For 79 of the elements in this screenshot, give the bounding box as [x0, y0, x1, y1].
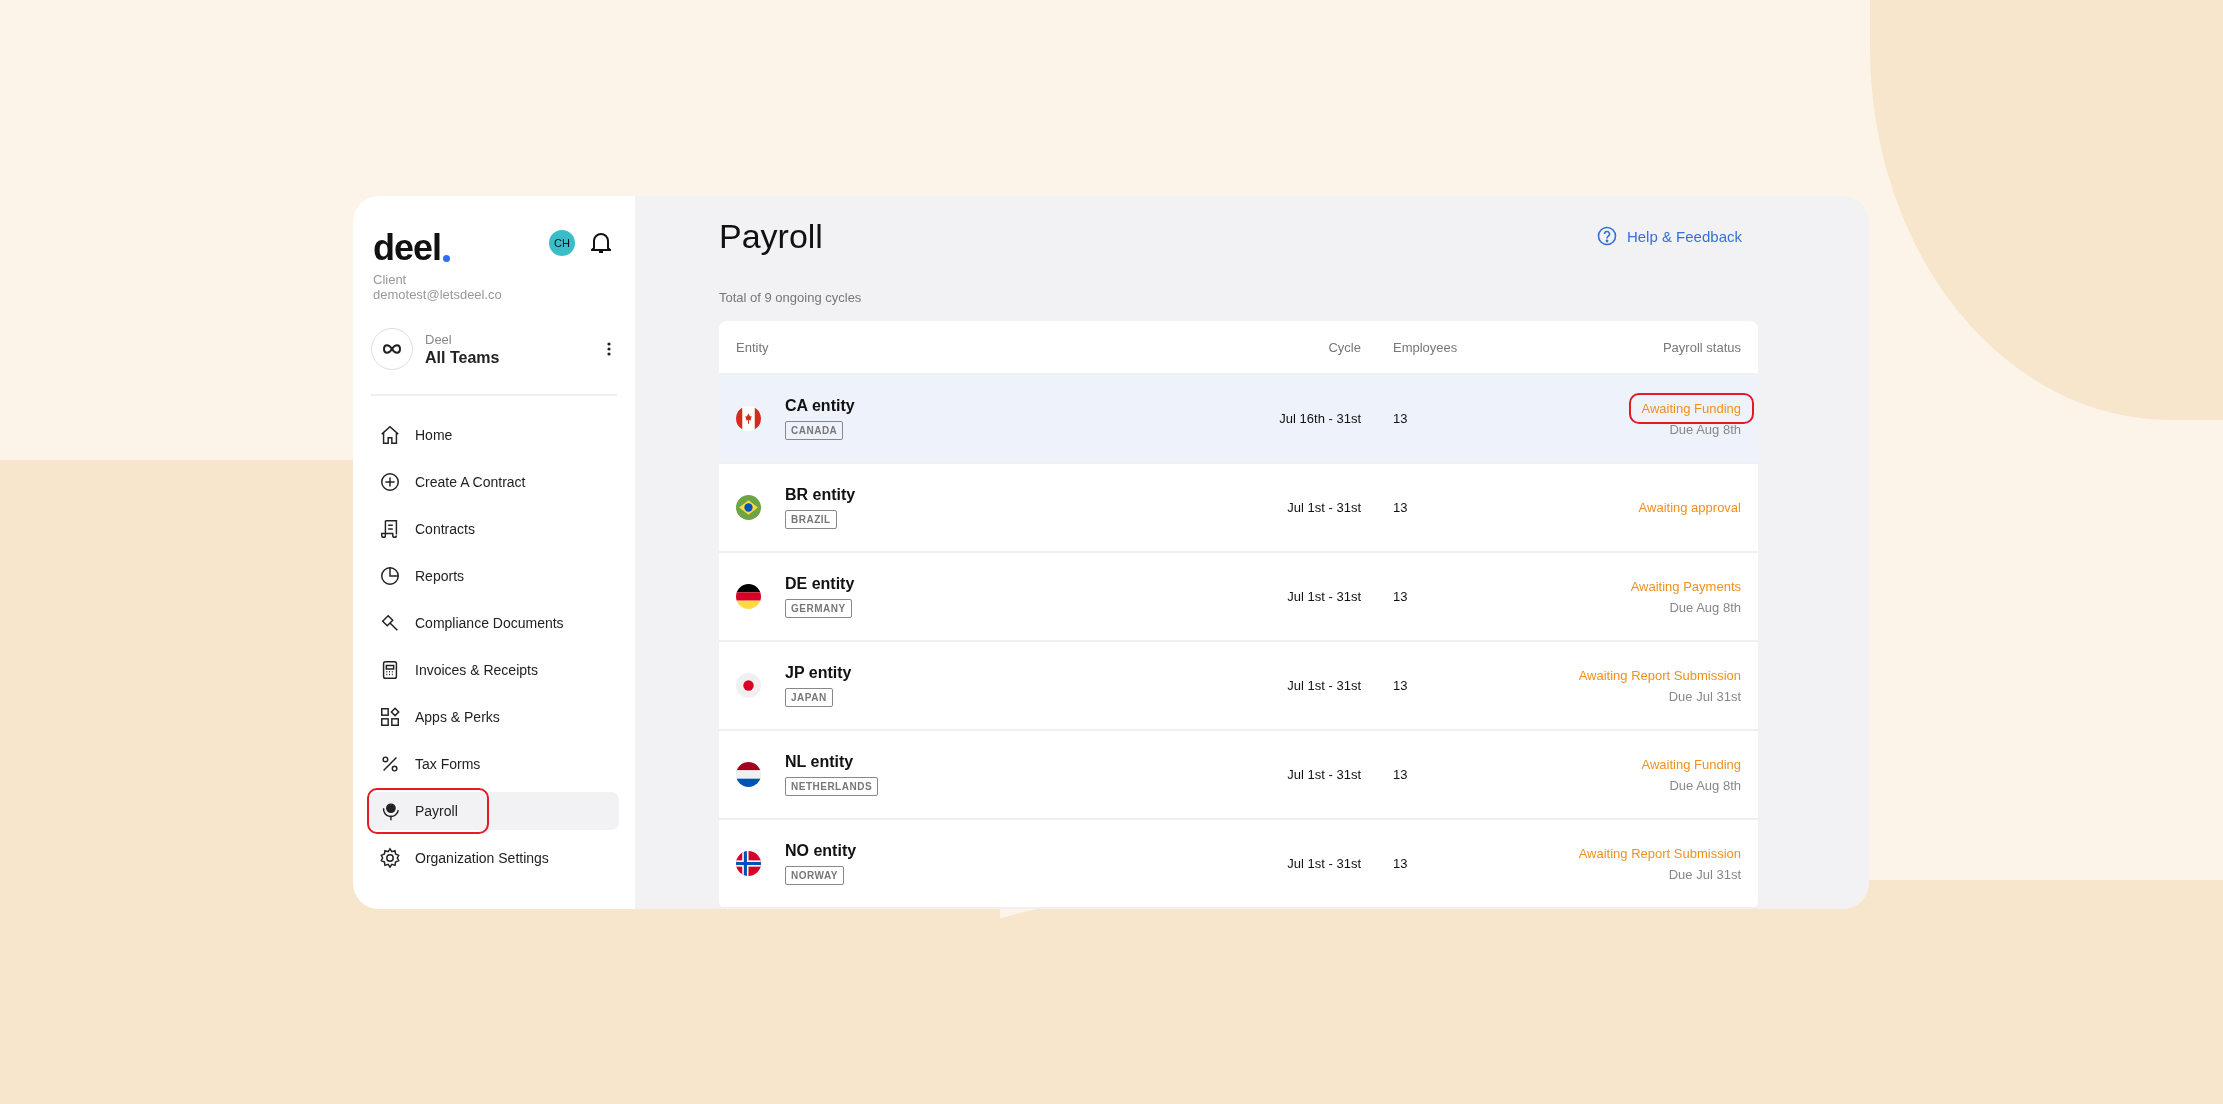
due-date: Due Jul 31st [1668, 866, 1741, 882]
nav-item[interactable]: Create A Contract [369, 463, 619, 501]
cycles-summary: Total of 9 ongoing cycles [719, 290, 863, 305]
country-tag: BRAZIL [785, 510, 837, 529]
table-row[interactable]: NO entity NORWAY Jul 1st - 31st 13 Awaiting Report Submission Due Jul 31st [719, 820, 1758, 909]
payroll-status: Awaiting Funding [1641, 756, 1741, 772]
entity-name: BR entity [785, 486, 856, 504]
payroll-status: Awaiting Funding [1641, 400, 1741, 416]
country-tag: JAPAN [785, 688, 833, 707]
help-link[interactable]: Help & Feedback [1596, 226, 1742, 246]
more-icon[interactable] [607, 342, 611, 356]
account-role: Client [372, 272, 408, 287]
employees-cell-text: 13 [1392, 856, 1409, 871]
column-header: Entity [736, 339, 770, 355]
due-date: Due Aug 8th [1669, 777, 1741, 793]
column-header: Payroll status [1661, 339, 1741, 355]
country-tag: NORWAY [785, 866, 844, 885]
cycle-cell-text: Jul 16th - 31st [1278, 411, 1361, 426]
due-date: Due Jul 31st [1668, 688, 1741, 704]
cycle-cell-text: Jul 1st - 31st [1286, 500, 1361, 515]
entity-name: JP entity [785, 664, 852, 682]
table-row[interactable]: NL entity NETHERLANDS Jul 1st - 31st 13 Awaiting Funding Due Aug 8th [719, 731, 1758, 820]
entity-name: CA entity [785, 397, 855, 415]
employees-cell-text: 13 [1392, 767, 1409, 782]
settings-icon [379, 847, 401, 869]
home-icon [379, 424, 401, 446]
country-tag: GERMANY [785, 599, 852, 618]
plus-circle-icon [379, 471, 401, 493]
employees-cell-text: 13 [1392, 500, 1409, 515]
cycle-cell-text: Jul 1st - 31st [1286, 767, 1361, 782]
nav-item[interactable]: Invoices & Receipts [369, 651, 619, 689]
flag-icon [736, 406, 761, 431]
entity-name: DE entity [785, 575, 855, 593]
nav-item[interactable]: Home [369, 416, 619, 454]
team-name: All Teams [425, 348, 501, 367]
entity-name: NL entity [785, 753, 854, 771]
due-date: Due Aug 8th [1669, 599, 1741, 615]
table-row[interactable]: JP entity JAPAN Jul 1st - 31st 13 Awaiting Report Submission Due Jul 31st [719, 642, 1758, 731]
due-date: Due Aug 8th [1669, 421, 1741, 437]
bell-icon[interactable] [591, 232, 611, 254]
payroll-status: Awaiting Report Submission [1578, 845, 1741, 861]
flag-icon [736, 762, 761, 787]
gavel-icon [379, 612, 401, 634]
page-title: Payroll [719, 216, 823, 256]
logo: deel [373, 230, 451, 266]
payroll-status: Awaiting Payments [1630, 578, 1741, 594]
nav-item[interactable]: Reports [369, 557, 619, 595]
table-row[interactable]: BR entity BRAZIL Jul 1st - 31st 13 Awaiting approval [719, 464, 1758, 553]
flag-icon [736, 584, 761, 609]
account-email: demotest@letsdeel.co [372, 287, 503, 302]
team-org: Deel [425, 331, 453, 347]
employees-cell-text: 13 [1392, 411, 1409, 426]
user-avatar[interactable]: CH [549, 230, 575, 256]
employees-cell-text: 13 [1392, 678, 1409, 693]
nav-item[interactable]: Tax Forms [369, 745, 619, 783]
cycle-cell-text: Jul 1st - 31st [1286, 856, 1361, 871]
payroll-status: Awaiting approval [1638, 500, 1741, 515]
percent-icon [379, 753, 401, 775]
column-header: Employees [1392, 339, 1459, 355]
cycle-cell-text: Jul 1st - 31st [1286, 589, 1361, 604]
flag-icon [736, 673, 761, 698]
nav-item[interactable]: Contracts [369, 510, 619, 548]
payroll-status: Awaiting Report Submission [1578, 667, 1741, 683]
country-tag: CANADA [785, 421, 844, 440]
country-tag: NETHERLANDS [785, 777, 879, 796]
table-row[interactable]: CA entity CANADA Jul 16th - 31st 13 Awaiting Funding Due Aug 8th [719, 375, 1758, 464]
flag-icon [736, 851, 761, 876]
employees-cell-text: 13 [1392, 589, 1409, 604]
flag-icon [736, 495, 761, 520]
help-icon [1596, 226, 1617, 246]
column-header: Cycle [1327, 339, 1361, 355]
apps-icon [379, 706, 401, 728]
table-row[interactable]: DE entity GERMANY Jul 1st - 31st 13 Awaiting Payments Due Aug 8th [719, 553, 1758, 642]
nav-item[interactable]: Organization Settings [369, 839, 619, 877]
nav-item[interactable]: Compliance Documents [369, 604, 619, 642]
cycle-cell-text: Jul 1st - 31st [1286, 678, 1361, 693]
pie-chart-icon [379, 565, 401, 587]
nav-item[interactable]: Apps & Perks [369, 698, 619, 736]
entity-name: NO entity [785, 842, 857, 860]
